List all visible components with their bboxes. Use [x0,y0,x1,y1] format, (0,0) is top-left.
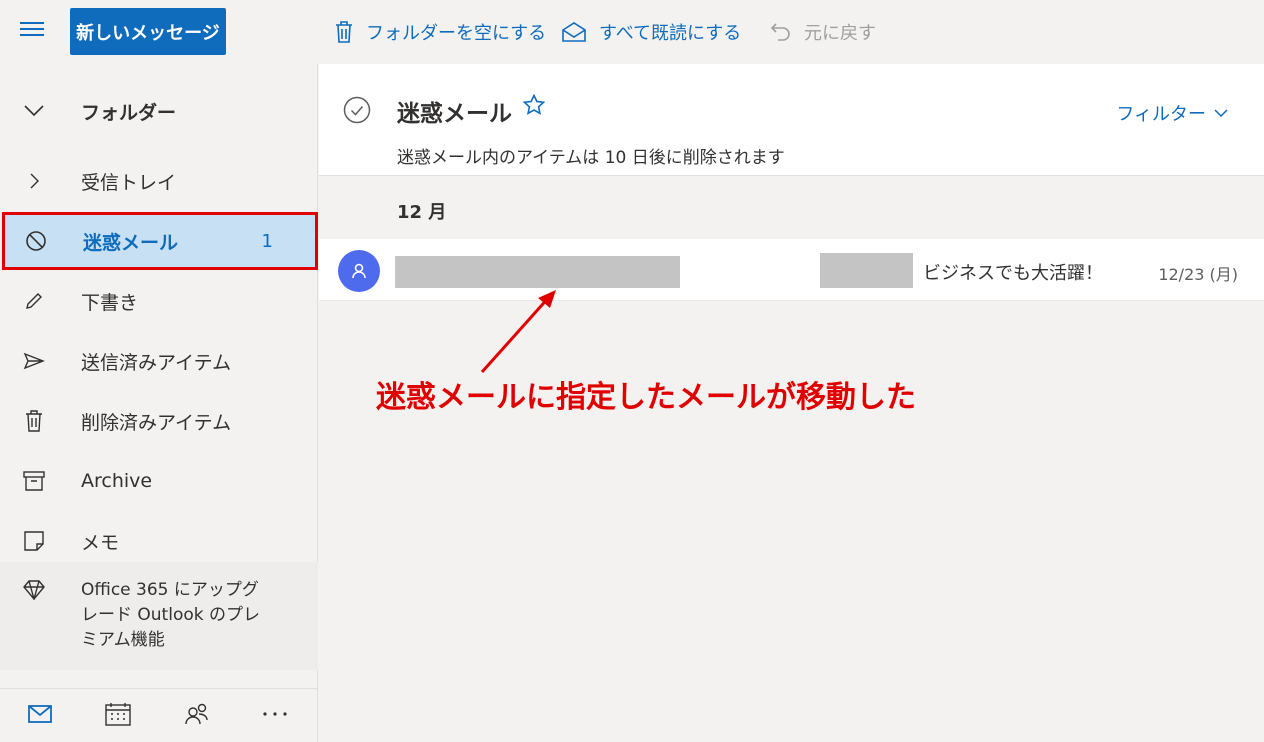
pencil-icon [22,289,46,313]
sidebar-item-drafts[interactable]: 下書き [0,272,318,330]
message-subject: ビジネスでも大活躍！ [923,263,1103,284]
archive-icon [22,469,46,493]
trash-icon [336,21,352,43]
sidebar-item-deleted[interactable]: 削除済みアイテム [0,392,318,450]
empty-folder-label: フォルダーを空にする [366,23,547,44]
more-icon[interactable] [260,699,290,729]
trash-icon [22,409,46,433]
undo-button[interactable]: 元に戻す [770,18,876,46]
folders-toggle[interactable]: フォルダー [0,82,318,140]
mark-all-read-button[interactable]: すべて既読にする [561,18,741,46]
sidebar-item-junk[interactable]: 迷惑メール 1 [2,212,318,270]
undo-icon [770,23,790,41]
redacted-sender [395,256,680,288]
open-envelope-icon [562,22,586,42]
favorite-star-icon[interactable] [522,93,546,122]
sidebar-item-inbox[interactable]: 受信トレイ [0,152,318,210]
send-icon [22,349,46,373]
chevron-right-icon[interactable] [22,169,46,193]
person-icon [352,263,366,279]
folder-title: 迷惑メール [397,101,512,127]
empty-folder-button[interactable]: フォルダーを空にする [334,18,546,46]
calendar-icon[interactable] [103,699,133,729]
mark-all-read-label: すべて既読にする [599,23,742,44]
sidebar-item-label: 下書き [81,291,139,314]
filter-dropdown[interactable]: フィルター [1116,100,1228,126]
sidebar-item-label: 削除済みアイテム [81,411,232,434]
sidebar-item-sent[interactable]: 送信済みアイテム [0,332,318,390]
folder-header: 迷惑メール フィルター 迷惑メール内のアイテムは 10 日後に削除されます [319,64,1264,176]
sidebar-item-label: Archive [81,470,153,492]
month-group-header: 12 月 [397,202,447,223]
premium-upgrade-text: Office 365 にアップグレード Outlook のプレミアム機能 [81,580,260,650]
junk-retention-notice: 迷惑メール内のアイテムは 10 日後に削除されます [397,148,785,168]
sidebar-item-archive[interactable]: Archive [0,452,318,510]
folder-sidebar: フォルダー 受信トレイ 迷惑メール 1 下書き 送信済みアイテム 削除済みアイテ… [0,64,318,742]
redacted-subject-prefix [820,253,913,288]
select-all-checkbox-icon[interactable] [343,96,371,128]
chevron-down-icon [22,99,46,123]
diamond-icon [22,580,46,604]
premium-upgrade-link[interactable]: Office 365 にアップグレード Outlook のプレミアム機能 [0,562,318,670]
annotation-arrow [480,290,556,374]
message-date: 12/23 (月) [1158,265,1238,284]
top-toolbar: 新しいメッセージ フォルダーを空にする すべて既読にする 元に戻す [0,0,1264,64]
sidebar-item-label: 迷惑メール [83,231,179,254]
undo-label: 元に戻す [804,23,876,44]
sidebar-item-label: 受信トレイ [81,171,177,194]
folders-heading: フォルダー [81,101,177,124]
hamburger-menu-icon[interactable] [20,22,46,42]
sender-avatar [338,250,380,292]
unread-count-badge: 1 [261,230,273,252]
note-icon [22,529,46,553]
sidebar-item-label: 送信済みアイテム [81,351,232,374]
annotation-callout: 迷惑メールに指定したメールが移動した [376,380,916,415]
block-icon [24,229,48,253]
new-message-button[interactable]: 新しいメッセージ [70,8,226,55]
sidebar-item-label: メモ [81,531,120,554]
message-row[interactable]: ビジネスでも大活躍！ 12/23 (月) [319,239,1264,301]
bottom-nav [0,688,318,742]
mail-icon[interactable] [25,699,55,729]
people-icon[interactable] [182,699,212,729]
filter-label: フィルター [1116,104,1206,125]
chevron-down-icon [1214,109,1228,117]
